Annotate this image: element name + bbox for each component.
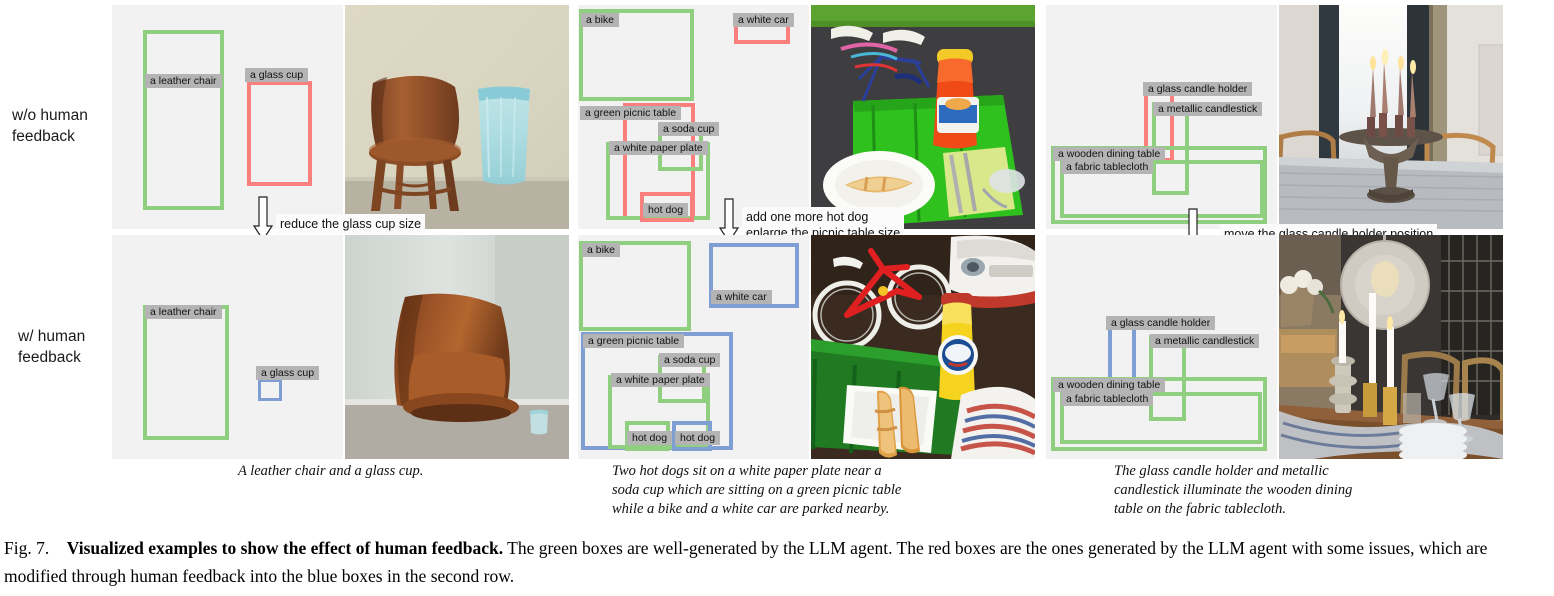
panel-chair-layout-bottom: a leather chair a glass cup [112,235,343,459]
bbox-label-a-metallic-candlestick-bottom: a metallic candlestick [1150,334,1260,348]
figure-caption-title: Visualized examples to show the effect o… [66,538,504,558]
panel-hotdog-layout-bottom: a bike a white car a green picnic table … [578,235,809,459]
bbox-label-a-fabric-tablecloth-top: a fabric tablecloth [1061,160,1154,174]
bbox-label-a-glass-cup-bottom: a glass cup [256,366,320,380]
bbox-a-glass-cup-top[interactable] [247,81,312,186]
panel-candle-photo-bottom [1279,235,1503,459]
panel-hotdog-prompt: Two hot dogs sit on a white paper plate … [612,463,902,517]
bbox-label-a-leather-chair-top: a leather chair [145,74,222,88]
bbox-label-a-soda-cup-top: a soda cup [658,122,720,136]
bbox-label-a-glass-candle-holder-bottom: a glass candle holder [1106,316,1216,330]
bbox-label-a-white-paper-plate-bottom: a white paper plate [611,373,710,387]
figure-number: Fig. 7. [4,538,50,558]
bbox-label-a-soda-cup-bottom: a soda cup [659,353,721,367]
bbox-label-hot-dog-bottom-1: hot dog [627,431,673,445]
panel-candle-layout-top: a glass candle holder a metallic candles… [1046,5,1277,229]
bbox-a-leather-chair-top[interactable] [143,30,224,210]
bbox-label-a-glass-candle-holder-top: a glass candle holder [1143,82,1253,96]
bbox-label-a-leather-chair-bottom: a leather chair [145,305,222,319]
bbox-a-glass-candle-holder-bottom[interactable] [1108,324,1136,381]
bbox-label-a-white-paper-plate-top: a white paper plate [609,141,708,155]
bbox-label-a-glass-cup-top: a glass cup [245,68,309,82]
panel-chair-photo-bottom [345,235,569,459]
panel-hotdog-photo-top [811,5,1035,229]
bbox-label-a-white-car-top: a white car [733,13,794,27]
bbox-label-a-wooden-dining-table-bottom: a wooden dining table [1053,378,1166,392]
panel-candle-prompt: The glass candle holder and metallic can… [1114,463,1353,517]
bbox-a-glass-cup-bottom[interactable] [258,379,282,401]
bbox-label-a-fabric-tablecloth-bottom: a fabric tablecloth [1061,392,1154,406]
bbox-label-a-bike-bottom: a bike [582,243,621,257]
row-label-with-feedback: w/ human feedback [18,328,86,366]
bbox-label-a-wooden-dining-table-top: a wooden dining table [1053,147,1166,161]
bbox-label-a-white-car-bottom: a white car [711,290,772,304]
row-label-without-feedback: w/o human feedback [12,107,88,145]
figure-caption: Fig. 7. Visualized examples to show the … [4,534,1550,590]
figure-root: w/o human feedback w/ human feedback a l… [0,0,1554,596]
panel-chair-prompt: A leather chair and a glass cup. [238,463,424,479]
bbox-label-a-metallic-candlestick-top: a metallic candlestick [1153,102,1263,116]
panel-candle-layout-bottom: a glass candle holder a metallic candles… [1046,235,1277,459]
bbox-label-a-bike-top: a bike [581,13,620,27]
panel-chair-photo-top [345,5,569,229]
bbox-a-leather-chair-bottom[interactable] [143,305,229,440]
bbox-label-hot-dog-top: hot dog [643,203,689,217]
panel-hotdog-layout-top: a bike a white car a green picnic table … [578,5,809,229]
panel-candle-photo-top [1279,5,1503,229]
panel-hotdog-photo-bottom [811,235,1035,459]
panel-chair-layout-top: a leather chair a glass cup [112,5,343,229]
bbox-label-hot-dog-bottom-2: hot dog [675,431,721,445]
bbox-label-a-green-picnic-table-top: a green picnic table [580,106,682,120]
feedback-text-chair: reduce the glass cup size [276,214,426,234]
bbox-label-a-green-picnic-table-bottom: a green picnic table [583,334,685,348]
